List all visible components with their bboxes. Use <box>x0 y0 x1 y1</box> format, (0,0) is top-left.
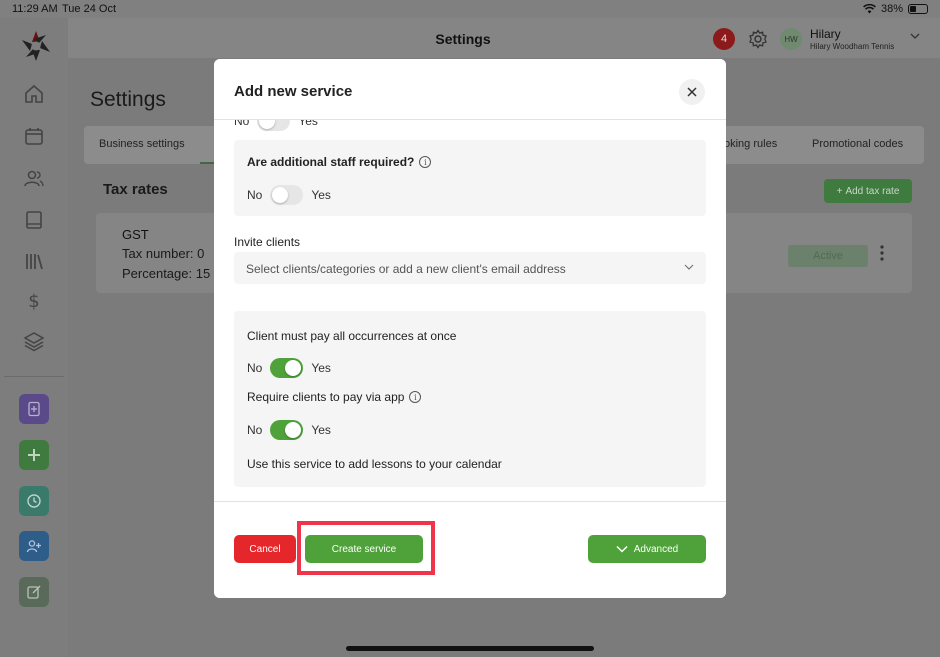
edit-icon <box>27 585 41 599</box>
svg-text:$: $ <box>28 291 39 312</box>
top-toggle-row: No Yes <box>234 120 318 131</box>
page-title: Settings <box>90 88 166 111</box>
top-toggle[interactable] <box>257 120 291 131</box>
user-name[interactable]: Hilary <box>810 27 841 41</box>
toggle-no-label: No <box>247 423 263 437</box>
cancel-button[interactable]: Cancel <box>234 535 296 563</box>
battery-icon <box>908 4 928 14</box>
nav-clients-icon[interactable] <box>22 166 46 190</box>
advanced-button[interactable]: Advanced <box>588 535 706 563</box>
status-right: 38% <box>863 3 928 15</box>
nav-payments-icon[interactable]: $ <box>22 289 46 313</box>
toggle-yes-label: Yes <box>311 361 331 375</box>
create-service-button[interactable]: Create service <box>305 535 423 563</box>
chevron-down-icon <box>684 264 694 270</box>
modal-title: Add new service <box>234 83 353 100</box>
pay-all-label: Client must pay all occurrences at once <box>247 329 457 343</box>
gear-icon[interactable] <box>747 28 769 50</box>
info-icon[interactable]: i <box>409 391 422 403</box>
sidebar: $ <box>0 18 68 657</box>
toggle-yes-label: Yes <box>298 120 318 128</box>
modal-header: Add new service <box>214 59 726 120</box>
staff-toggle-row: No Yes <box>247 185 331 205</box>
staff-panel: Are additional staff required? i No Yes <box>234 140 706 216</box>
staff-required-toggle[interactable] <box>270 185 304 205</box>
avatar[interactable]: HW <box>780 28 802 50</box>
nav-library-icon[interactable] <box>22 249 46 273</box>
battery-percent: 38% <box>880 3 903 15</box>
toggle-no-label: No <box>234 120 250 128</box>
plus-icon: + <box>836 185 843 197</box>
toggle-no-label: No <box>247 188 263 202</box>
nav-home-icon[interactable] <box>22 82 46 106</box>
status-badge: Active <box>788 245 868 267</box>
quick-clock-button[interactable] <box>19 486 49 516</box>
sidebar-divider <box>4 376 64 377</box>
active-tab-underline <box>200 162 214 164</box>
chevron-down-icon <box>616 545 628 553</box>
chevron-down-icon[interactable] <box>910 32 920 40</box>
tab-business-settings[interactable]: Business settings <box>99 138 185 150</box>
close-icon <box>687 87 697 97</box>
toggle-yes-label: Yes <box>311 188 331 202</box>
tax-number: Tax number: 0 <box>122 246 205 261</box>
pay-app-toggle[interactable] <box>270 420 304 440</box>
home-indicator[interactable] <box>346 646 594 651</box>
header-title: Settings <box>435 31 491 47</box>
invite-clients-placeholder: Select clients/categories or add a new c… <box>246 262 566 276</box>
add-tax-rate-button[interactable]: + Add tax rate <box>824 179 912 203</box>
more-options-icon[interactable] <box>880 245 884 261</box>
modal-body[interactable]: No Yes Are additional staff required? i … <box>214 120 726 501</box>
tax-rates-title: Tax rates <box>103 181 168 198</box>
status-date: Tue 24 Oct <box>62 3 117 15</box>
notification-badge[interactable]: 4 <box>713 28 735 50</box>
status-time: 11:29 AM <box>12 3 58 15</box>
user-business: Hilary Woodham Tennis <box>810 42 895 51</box>
pay-app-text: Require clients to pay via app <box>247 390 405 404</box>
document-plus-icon <box>28 401 40 417</box>
nav-book-icon[interactable] <box>22 208 46 232</box>
staff-required-label: Are additional staff required? i <box>247 155 432 169</box>
pay-all-toggle[interactable] <box>270 358 304 378</box>
tax-percentage: Percentage: 15 <box>122 266 211 281</box>
tab-promotional-codes[interactable]: Promotional codes <box>812 138 903 150</box>
status-bar: 11:29 AM Tue 24 Oct 38% <box>0 0 940 18</box>
quick-add-button[interactable] <box>19 440 49 470</box>
wifi-icon <box>863 4 876 14</box>
tax-name: GST <box>122 227 149 242</box>
add-service-modal: Add new service No Yes Are additional st… <box>214 59 726 598</box>
nav-calendar-icon[interactable] <box>22 124 46 148</box>
toggle-yes-label: Yes <box>311 423 331 437</box>
clock-icon <box>27 494 41 508</box>
add-tax-rate-label: Add tax rate <box>845 185 900 197</box>
close-button[interactable] <box>679 79 705 105</box>
invite-clients-select[interactable]: Select clients/categories or add a new c… <box>234 252 706 284</box>
quick-add-user-button[interactable] <box>19 531 49 561</box>
app-logo-icon <box>22 31 50 61</box>
invite-clients-label: Invite clients <box>234 235 301 249</box>
pay-all-toggle-row: No Yes <box>247 358 331 378</box>
calendar-label: Use this service to add lessons to your … <box>247 457 502 471</box>
plus-icon <box>28 449 40 461</box>
tab-booking-rules[interactable]: oking rules <box>724 138 777 150</box>
toggle-no-label: No <box>247 361 263 375</box>
advanced-label: Advanced <box>633 543 679 555</box>
modal-footer: Cancel Create service Advanced <box>214 501 726 598</box>
pay-app-toggle-row: No Yes <box>247 420 331 440</box>
quick-edit-button[interactable] <box>19 577 49 607</box>
top-header: Settings 4 HW Hilary Hilary Woodham Tenn… <box>68 18 940 58</box>
payment-panel: Client must pay all occurrences at once … <box>234 311 706 487</box>
pay-app-label: Require clients to pay via app i <box>247 390 422 404</box>
quick-add-document-button[interactable] <box>19 394 49 424</box>
nav-layers-icon[interactable] <box>22 329 46 353</box>
add-user-icon <box>26 540 41 553</box>
info-icon[interactable]: i <box>419 156 432 168</box>
staff-required-text: Are additional staff required? <box>247 155 415 169</box>
